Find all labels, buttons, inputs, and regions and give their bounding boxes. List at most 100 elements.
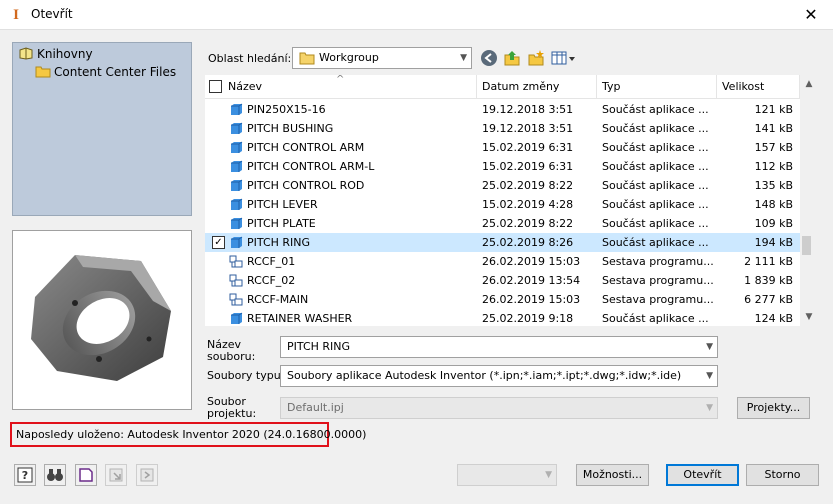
cell-size: 148 kB — [754, 198, 793, 211]
cell-name: PITCH LEVER — [247, 198, 318, 211]
help-button[interactable]: ? — [14, 464, 36, 486]
library-item-content-center[interactable]: Content Center Files — [35, 64, 176, 80]
back-icon[interactable] — [480, 49, 498, 67]
title-bar: I Otevřít ✕ — [0, 0, 833, 30]
cell-size: 112 kB — [754, 160, 793, 173]
cell-type: Sestava programu... — [602, 255, 714, 268]
library-root[interactable]: Knihovny — [18, 46, 93, 62]
cell-date: 25.02.2019 9:18 — [482, 312, 574, 325]
cell-date: 25.02.2019 8:22 — [482, 179, 574, 192]
find-button[interactable] — [44, 464, 66, 486]
library-panel: Knihovny Content Center Files — [12, 42, 192, 216]
table-row[interactable]: RCCF_02 26.02.2019 13:54 Sestava programu.… — [205, 271, 800, 290]
filename-label-line2: souboru: — [207, 350, 256, 363]
cell-date: 26.02.2019 15:03 — [482, 293, 581, 306]
cell-type: Součást aplikace ... — [602, 236, 709, 249]
cell-name: PITCH PLATE — [247, 217, 316, 230]
cell-type: Součást aplikace ... — [602, 312, 709, 325]
part-icon — [231, 236, 243, 248]
cell-type: Sestava programu... — [602, 274, 714, 287]
part-icon — [231, 179, 243, 191]
binoculars-icon — [47, 469, 63, 481]
cancel-button[interactable]: Storno — [746, 464, 819, 486]
column-header-size[interactable]: Velikost — [717, 75, 800, 99]
table-row[interactable]: PITCH BUSHING 19.12.2018 3:51 Součást apli… — [205, 119, 800, 138]
scroll-up-icon[interactable]: ▲ — [803, 79, 815, 89]
row-checkbox[interactable]: ✓ — [212, 236, 225, 249]
folder-icon — [299, 52, 315, 65]
new-folder-icon[interactable] — [527, 49, 545, 67]
project-label-line2: projektu: — [207, 407, 257, 420]
part-icon — [231, 122, 243, 134]
filetype-dropdown[interactable]: Soubory aplikace Autodesk Inventor (*.ip… — [280, 365, 718, 387]
part-icon — [231, 141, 243, 153]
cell-date: 26.02.2019 15:03 — [482, 255, 581, 268]
part-icon — [231, 160, 243, 172]
column-header-type[interactable]: Typ — [597, 75, 717, 99]
export-icon — [140, 468, 154, 482]
file-list-scrollbar[interactable]: ▲ ▼ — [800, 75, 820, 326]
options-button[interactable]: Možnosti... — [576, 464, 649, 486]
cell-name: PITCH CONTROL ARM-L — [247, 160, 375, 173]
cell-date: 15.02.2019 6:31 — [482, 160, 574, 173]
column-header-name[interactable]: Název ^ — [205, 75, 477, 99]
table-row[interactable]: RCCF_01 26.02.2019 15:03 Sestava programu.… — [205, 252, 800, 271]
sort-ascending-icon: ^ — [336, 75, 345, 85]
cell-name: PITCH CONTROL ARM — [247, 141, 365, 154]
assembly-icon — [229, 274, 243, 287]
cell-name: PIN250X15-16 — [247, 103, 326, 116]
last-saved-info: Naposledy uloženo: Autodesk Inventor 202… — [10, 422, 366, 447]
document-icon — [79, 468, 93, 482]
cell-date: 19.12.2018 3:51 — [482, 103, 574, 116]
chevron-down-icon: ▼ — [460, 53, 467, 63]
cell-date: 19.12.2018 3:51 — [482, 122, 574, 135]
filename-input[interactable]: PITCH RING ▼ — [280, 336, 718, 358]
file-list-header: Název ^ Datum změny Typ Velikost — [205, 75, 800, 99]
cell-type: Součást aplikace ... — [602, 122, 709, 135]
project-dropdown: Default.ipj ▼ — [280, 397, 718, 419]
cell-name: RCCF-MAIN — [247, 293, 309, 306]
cell-date: 25.02.2019 8:22 — [482, 217, 574, 230]
select-all-checkbox[interactable] — [209, 80, 222, 93]
file-preview — [12, 230, 192, 410]
filetype-label: Soubory typu: — [207, 369, 285, 382]
table-row[interactable]: RCCF-MAIN 26.02.2019 15:03 Sestava program… — [205, 290, 800, 309]
cell-type: Součást aplikace ... — [602, 103, 709, 116]
column-header-date[interactable]: Datum změny — [477, 75, 597, 99]
cell-size: 124 kB — [754, 312, 793, 325]
cell-type: Součást aplikace ... — [602, 217, 709, 230]
projects-button[interactable]: Projekty... — [737, 397, 810, 419]
table-row[interactable]: RETAINER WASHER 25.02.2019 9:18 Součást ap… — [205, 309, 800, 326]
table-row[interactable]: PITCH PLATE 25.02.2019 8:22 Součást aplika… — [205, 214, 800, 233]
file-list[interactable]: Název ^ Datum změny Typ Velikost PIN250X… — [205, 75, 820, 326]
table-row[interactable]: PIN250X15-16 19.12.2018 3:51 Součást aplik… — [205, 100, 800, 119]
part-icon — [231, 103, 243, 115]
new-document-button[interactable] — [75, 464, 97, 486]
open-button[interactable]: Otevřít — [666, 464, 739, 486]
table-row[interactable]: PITCH CONTROL ARM-L 15.02.2019 6:31 Součás… — [205, 157, 800, 176]
cell-name: PITCH CONTROL ROD — [247, 179, 365, 192]
part-icon — [231, 217, 243, 229]
table-row[interactable]: PITCH CONTROL ARM 15.02.2019 6:31 Součást … — [205, 138, 800, 157]
cell-date: 26.02.2019 13:54 — [482, 274, 581, 287]
table-row[interactable]: ✓ PITCH RING 25.02.2019 8:26 Součást aplika… — [205, 233, 800, 252]
cell-type: Součást aplikace ... — [602, 198, 709, 211]
up-folder-icon[interactable] — [503, 49, 521, 67]
chevron-down-icon: ▼ — [706, 371, 713, 381]
scrollbar-thumb[interactable] — [802, 236, 811, 255]
cell-size: 121 kB — [754, 103, 793, 116]
library-item-label: Content Center Files — [54, 65, 177, 79]
cell-date: 15.02.2019 4:28 — [482, 198, 574, 211]
table-row[interactable]: PITCH LEVER 15.02.2019 4:28 Součást aplika… — [205, 195, 800, 214]
table-row[interactable]: PITCH CONTROL ROD 25.02.2019 8:22 Součást … — [205, 176, 800, 195]
export-button — [136, 464, 158, 486]
cell-size: 2 111 kB — [744, 255, 793, 268]
folder-icon — [35, 66, 51, 78]
search-area-dropdown[interactable]: Workgroup ▼ — [292, 47, 472, 69]
part-icon — [231, 312, 243, 324]
import-icon — [109, 468, 123, 482]
close-button[interactable]: ✕ — [789, 0, 833, 30]
cell-size: 109 kB — [754, 217, 793, 230]
view-menu-icon[interactable] — [551, 49, 577, 67]
scroll-down-icon[interactable]: ▼ — [803, 312, 815, 322]
